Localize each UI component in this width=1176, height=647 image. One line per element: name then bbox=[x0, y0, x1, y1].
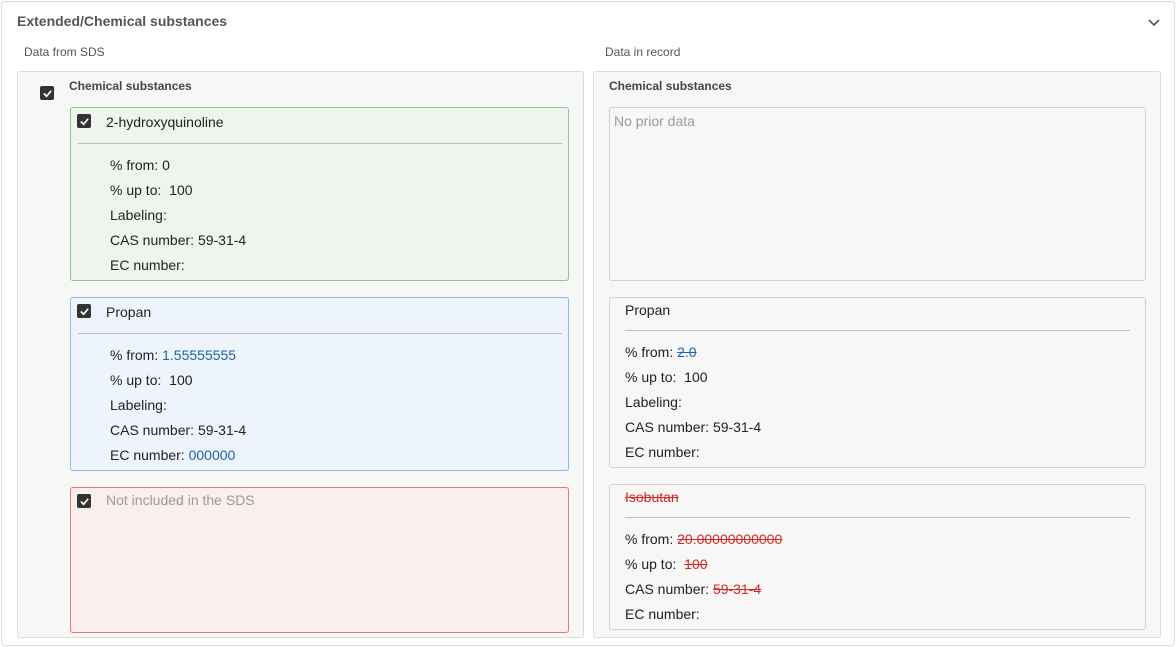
record-data-column: Chemical substances No prior data Propan… bbox=[593, 71, 1161, 638]
substance-name: Isobutan bbox=[625, 489, 679, 505]
substance-checkbox[interactable] bbox=[77, 304, 91, 318]
no-prior-data-box: No prior data bbox=[609, 107, 1146, 281]
sds-data-column: Chemical substances 2-hydroxyquinoline %… bbox=[17, 71, 584, 638]
field-ec: EC number: bbox=[625, 606, 700, 622]
divider bbox=[78, 143, 562, 144]
check-icon bbox=[79, 307, 89, 315]
field-labeling: Labeling: bbox=[110, 397, 167, 413]
field-upto: % up to: 100 bbox=[110, 182, 193, 198]
divider bbox=[625, 330, 1130, 331]
field-upto: % up to: 100 bbox=[110, 372, 193, 388]
field-cas: CAS number: 59-31-4 bbox=[625, 581, 762, 597]
substance-card-removed: Not included in the SDS bbox=[70, 487, 569, 633]
record-card-propan: Propan % from: 2.0 % up to: 100 Labeling… bbox=[609, 297, 1146, 468]
record-card-isobutan: Isobutan % from: 20.00000000000 % up to:… bbox=[609, 484, 1146, 630]
substance-checkbox[interactable] bbox=[77, 114, 91, 128]
field-from: % from: 1.55555555 bbox=[110, 347, 237, 363]
field-ec: EC number: bbox=[625, 444, 700, 460]
field-from: % from: 0 bbox=[110, 157, 170, 173]
right-column-label: Data in record bbox=[605, 45, 681, 59]
check-icon bbox=[42, 89, 52, 97]
no-prior-data-text: No prior data bbox=[614, 113, 695, 129]
panel-title: Extended/Chemical substances bbox=[17, 13, 228, 29]
field-upto: % up to: 100 bbox=[625, 369, 708, 385]
field-labeling: Labeling: bbox=[110, 207, 167, 223]
section-checkbox[interactable] bbox=[40, 86, 54, 100]
field-cas: CAS number: 59-31-4 bbox=[110, 232, 247, 248]
check-icon bbox=[79, 117, 89, 125]
section-title: Chemical substances bbox=[69, 79, 192, 93]
field-cas: CAS number: 59-31-4 bbox=[625, 419, 762, 435]
substance-name: Propan bbox=[625, 302, 671, 318]
field-from: % from: 20.00000000000 bbox=[625, 531, 783, 547]
field-from: % from: 2.0 bbox=[625, 344, 697, 360]
substance-card-added: 2-hydroxyquinoline % from: 0 % up to: 10… bbox=[70, 107, 569, 281]
field-upto: % up to: 100 bbox=[625, 556, 708, 572]
chevron-down-icon[interactable] bbox=[1146, 14, 1162, 30]
substance-name: Propan bbox=[106, 304, 152, 320]
section-title: Chemical substances bbox=[609, 79, 732, 93]
substance-checkbox[interactable] bbox=[77, 494, 91, 508]
field-cas: CAS number: 59-31-4 bbox=[110, 422, 247, 438]
left-column-label: Data from SDS bbox=[24, 45, 105, 59]
divider bbox=[625, 517, 1130, 518]
substance-name: Not included in the SDS bbox=[106, 492, 255, 508]
substance-name: 2-hydroxyquinoline bbox=[106, 114, 224, 130]
chemical-substances-panel: Extended/Chemical substances Data from S… bbox=[1, 1, 1175, 646]
substance-card-changed: Propan % from: 1.55555555 % up to: 100 L… bbox=[70, 297, 569, 471]
check-icon bbox=[79, 497, 89, 505]
field-labeling: Labeling: bbox=[625, 394, 682, 410]
field-ec: EC number: 000000 bbox=[110, 447, 236, 463]
field-ec: EC number: bbox=[110, 257, 185, 273]
divider bbox=[78, 333, 562, 334]
